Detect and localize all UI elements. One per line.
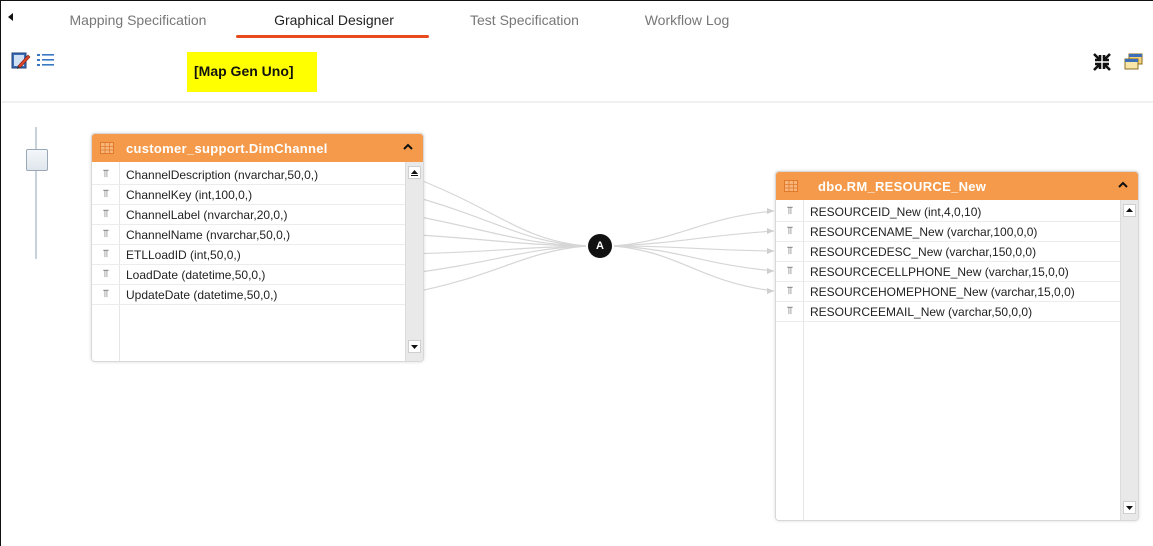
- target-field-row[interactable]: ⫪ RESOURCEHOMEPHONE_New (varchar,15,0,0): [776, 282, 1120, 302]
- target-table-header[interactable]: dbo.RM_RESOURCE_New: [776, 172, 1138, 200]
- source-field-row[interactable]: ⫪ ChannelName (nvarchar,50,0,): [92, 225, 405, 245]
- source-table-title: customer_support.DimChannel: [126, 140, 328, 156]
- target-field-row[interactable]: ⫪ RESOURCECELLPHONE_New (varchar,15,0,0): [776, 262, 1120, 282]
- target-field-row[interactable]: ⫪ RESOURCEID_New (int,4,0,10): [776, 202, 1120, 222]
- source-field-row[interactable]: ⫪ LoadDate (datetime,50,0,): [92, 265, 405, 285]
- scroll-up-arrow-icon[interactable]: [408, 166, 421, 179]
- target-table-panel[interactable]: dbo.RM_RESOURCE_New ⫪ RESOURCEID_New (int…: [775, 171, 1139, 521]
- source-field-list: ⫪ ChannelDescription (nvarchar,50,0,) ⫪ Ch…: [92, 165, 405, 305]
- key-icon: ⫪: [786, 225, 794, 237]
- source-scrollbar[interactable]: [405, 162, 423, 361]
- source-field-row[interactable]: ⫪ UpdateDate (datetime,50,0,): [92, 285, 405, 305]
- key-icon: ⫪: [102, 288, 110, 300]
- source-field-row[interactable]: ⫪ ChannelDescription (nvarchar,50,0,): [92, 165, 405, 185]
- target-collapse-chevron-icon[interactable]: [1116, 178, 1130, 192]
- source-field-row[interactable]: ⫪ ETLLoadID (int,50,0,): [92, 245, 405, 265]
- key-icon: ⫪: [786, 245, 794, 257]
- key-icon: ⫪: [786, 205, 794, 217]
- key-icon: ⫪: [786, 305, 794, 317]
- source-collapse-chevron-icon[interactable]: [401, 140, 415, 154]
- scroll-down-arrow-icon[interactable]: [1123, 501, 1136, 514]
- target-field-row[interactable]: ⫪ RESOURCEDESC_New (varchar,150,0,0): [776, 242, 1120, 262]
- source-field-row[interactable]: ⫪ ChannelKey (int,100,0,): [92, 185, 405, 205]
- target-field-list: ⫪ RESOURCEID_New (int,4,0,10) ⫪ RESOURCENA…: [776, 202, 1120, 322]
- scroll-up-arrow-icon[interactable]: [1123, 204, 1136, 217]
- key-icon: ⫪: [786, 265, 794, 277]
- table-grid-icon: [784, 180, 798, 192]
- source-field-row[interactable]: ⫪ ChannelLabel (nvarchar,20,0,): [92, 205, 405, 225]
- join-node[interactable]: A: [588, 234, 612, 258]
- key-icon: ⫪: [102, 248, 110, 260]
- key-icon: ⫪: [102, 268, 110, 280]
- target-field-row[interactable]: ⫪ RESOURCENAME_New (varchar,100,0,0): [776, 222, 1120, 242]
- key-icon: ⫪: [102, 208, 110, 220]
- key-icon: ⫪: [102, 228, 110, 240]
- table-grid-icon: [100, 142, 114, 154]
- key-icon: ⫪: [786, 285, 794, 297]
- target-scrollbar[interactable]: [1120, 200, 1138, 520]
- scroll-down-arrow-icon[interactable]: [408, 340, 421, 353]
- key-icon: ⫪: [102, 168, 110, 180]
- source-table-header[interactable]: customer_support.DimChannel: [92, 134, 423, 162]
- source-table-panel[interactable]: customer_support.DimChannel ⫪ ChannelDesc…: [91, 133, 424, 362]
- key-icon: ⫪: [102, 188, 110, 200]
- target-table-title: dbo.RM_RESOURCE_New: [818, 178, 987, 194]
- target-field-row[interactable]: ⫪ RESOURCEEMAIL_New (varchar,50,0,0): [776, 302, 1120, 322]
